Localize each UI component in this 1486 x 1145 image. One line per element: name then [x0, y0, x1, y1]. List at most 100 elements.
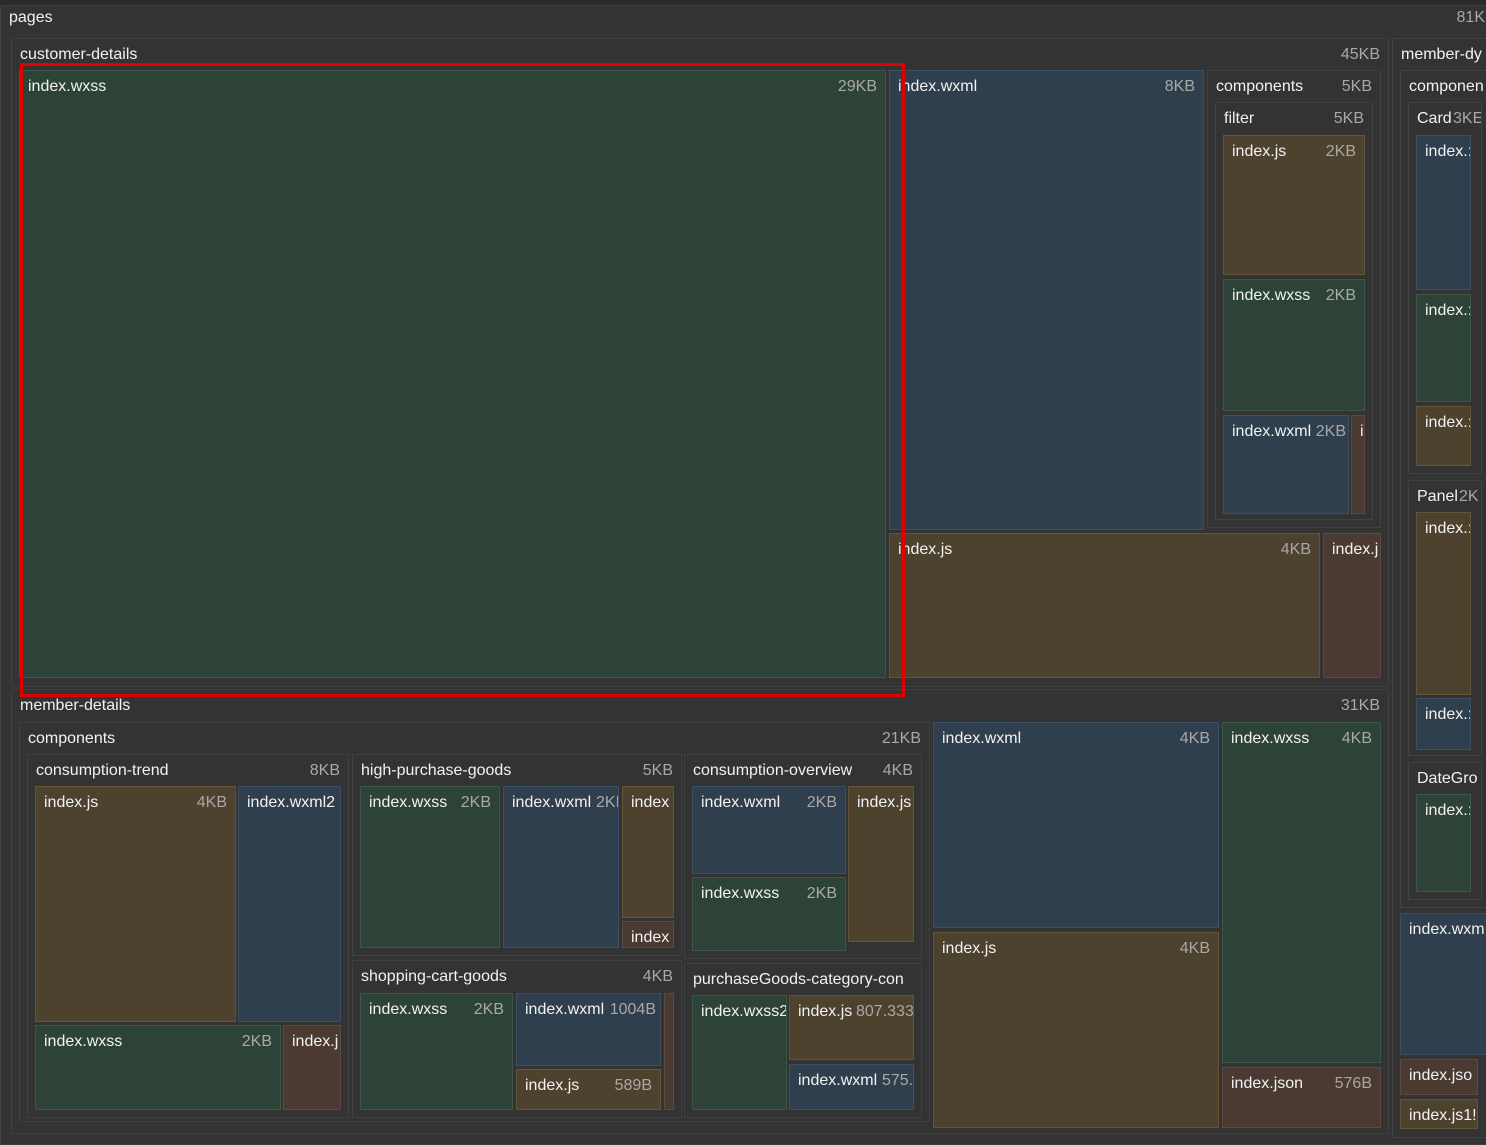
node-label: index: [631, 929, 670, 946]
treemap-file-index-wxss[interactable]: index.wxss 2KB: [360, 993, 513, 1110]
node-size: 45KB: [1340, 46, 1380, 63]
node-label: purchaseGoods-category-con: [693, 971, 904, 988]
node-size: 807.333: [856, 1003, 914, 1020]
node-size: 3KE: [1453, 110, 1482, 127]
node-label: shopping-cart-goods: [361, 968, 507, 985]
treemap-file[interactable]: index.:: [1416, 698, 1471, 750]
node-label: index.js: [798, 1003, 853, 1020]
treemap-file-index-wxss[interactable]: index.wxss 29KB: [19, 70, 886, 678]
node-label: Panel: [1417, 488, 1458, 505]
node-size: 5KB: [1341, 78, 1372, 95]
node-label: index.wxml: [942, 730, 1022, 747]
node-size: 2KB: [806, 885, 837, 902]
treemap-file-index[interactable]: index: [622, 786, 674, 918]
node-label: index.:: [1425, 520, 1471, 537]
treemap-file-index-wxss[interactable]: index.wxss 2KB: [692, 877, 846, 951]
node-label: components: [28, 730, 116, 747]
treemap-file-index-js[interactable]: index.js 589B: [516, 1069, 661, 1110]
node-label: index.wxml: [798, 1072, 878, 1089]
node-size: 2KB: [1325, 287, 1356, 304]
node-size: 4KB: [1341, 730, 1372, 747]
treemap-file[interactable]: index.:: [1416, 406, 1471, 466]
node-size: 4KB: [882, 762, 913, 779]
node-label: i: [1360, 423, 1364, 440]
node-label: index.js1!: [1409, 1107, 1477, 1124]
node-size: 29KB: [837, 78, 877, 95]
node-size: 576B: [1334, 1075, 1372, 1092]
treemap-file-index-j[interactable]: index.j: [283, 1025, 341, 1110]
treemap-file[interactable]: index.:: [1416, 794, 1471, 892]
treemap-file-index-js[interactable]: index.js 4KB: [889, 533, 1320, 678]
node-size: 8KB: [1164, 78, 1195, 95]
node-label: index.wxss: [701, 885, 780, 902]
treemap-file-index-js[interactable]: index.js: [848, 786, 914, 942]
treemap-file-index-wxml[interactable]: index.wxml 575.: [789, 1064, 914, 1110]
node-size: 2KB: [1315, 423, 1346, 440]
node-size: 31KB: [1340, 697, 1380, 714]
node-size: 2KI: [595, 794, 619, 811]
node-size: 4KB: [1179, 940, 1210, 957]
treemap-file-index[interactable]: index: [622, 921, 674, 948]
node-label: index.wxml: [898, 78, 978, 95]
node-label: components: [1216, 78, 1304, 95]
node-label: index.wxml: [1232, 423, 1312, 440]
node-size: 2KB: [806, 794, 837, 811]
treemap-file-small[interactable]: i: [1351, 415, 1365, 514]
node-label: index.wxss: [369, 1001, 448, 1018]
treemap-file[interactable]: index.:: [1416, 135, 1471, 290]
node-size: 4KB: [642, 968, 673, 985]
treemap-file-index-j[interactable]: index.j: [1323, 533, 1381, 678]
node-label: index.json: [1231, 1075, 1304, 1092]
node-size: 81K: [1456, 9, 1485, 26]
node-label: index.js: [898, 541, 953, 558]
node-label: index.wxss: [369, 794, 448, 811]
treemap-file[interactable]: index.:: [1416, 294, 1471, 402]
node-label: index.wxss: [1232, 287, 1311, 304]
node-label: index.wxss: [44, 1033, 123, 1050]
node-label: index.js: [1232, 143, 1287, 160]
node-label: Card: [1417, 110, 1452, 127]
treemap-file-index-js[interactable]: index.js1!: [1400, 1099, 1478, 1129]
treemap-file-index-wxml[interactable]: index.wxml 4KB: [933, 722, 1219, 928]
node-label: pages: [9, 9, 53, 26]
node-label: index.wxml2: [247, 794, 336, 811]
treemap-file-index-json[interactable]: index.json 576B: [1222, 1067, 1381, 1128]
treemap-file-index-js[interactable]: index.js 4KB: [933, 932, 1219, 1128]
treemap-file-index-json[interactable]: index.jso: [1400, 1059, 1478, 1095]
node-label: index.wxml: [525, 1001, 605, 1018]
treemap-file-index-wxml[interactable]: index.wxml 2KI: [503, 786, 619, 948]
node-label: index.js: [942, 940, 997, 957]
node-label: index.js: [525, 1077, 580, 1094]
treemap-file-index-wxss[interactable]: index.wxss 4KB: [1222, 722, 1381, 1063]
node-label: consumption-overview: [693, 762, 853, 779]
treemap-file-index-wxml[interactable]: index.wxml 2KB: [1223, 415, 1349, 514]
treemap-file-index-wxml[interactable]: index.wxml 1004B: [516, 993, 661, 1066]
treemap-file-index-wxss[interactable]: index.wxss2: [692, 995, 787, 1110]
node-label: index: [631, 794, 670, 811]
treemap-file-index-wxml[interactable]: index.wxml 2KB: [692, 786, 846, 874]
treemap-file-index-wxml[interactable]: index.wxml 8KB: [889, 70, 1204, 530]
node-size: 2KB: [1325, 143, 1356, 160]
treemap-file-index-wxml[interactable]: index.wxml2: [238, 786, 341, 1022]
treemap-file-index-wxss[interactable]: index.wxss 2KB: [360, 786, 500, 948]
node-label: index.j: [1332, 541, 1379, 558]
node-label: index.wxss: [1231, 730, 1310, 747]
node-size: 2KB: [241, 1033, 272, 1050]
treemap-file[interactable]: index.:: [1416, 512, 1471, 695]
treemap-file-index-wxss[interactable]: index.wxss 2KB: [1223, 279, 1365, 411]
treemap-file-index-js[interactable]: index.js 807.333: [789, 995, 914, 1060]
treemap-file-index-wxml[interactable]: index.wxm: [1400, 913, 1486, 1055]
node-label: index.wxml: [701, 794, 781, 811]
node-label: index.wxss2: [701, 1003, 787, 1020]
node-size: 21KB: [881, 730, 921, 747]
node-size: 575.: [882, 1072, 914, 1089]
treemap-file-index-wxss[interactable]: index.wxss 2KB: [35, 1025, 281, 1110]
node-label: filter: [1224, 110, 1255, 127]
treemap-file-small[interactable]: [664, 993, 674, 1110]
node-size: 5KB: [1333, 110, 1364, 127]
node-label: index.js: [857, 794, 912, 811]
node-label: index.:: [1425, 143, 1471, 160]
node-label: index.j: [292, 1033, 339, 1050]
treemap-file-index-js[interactable]: index.js 4KB: [35, 786, 236, 1022]
treemap-file-index-js[interactable]: index.js 2KB: [1223, 135, 1365, 275]
